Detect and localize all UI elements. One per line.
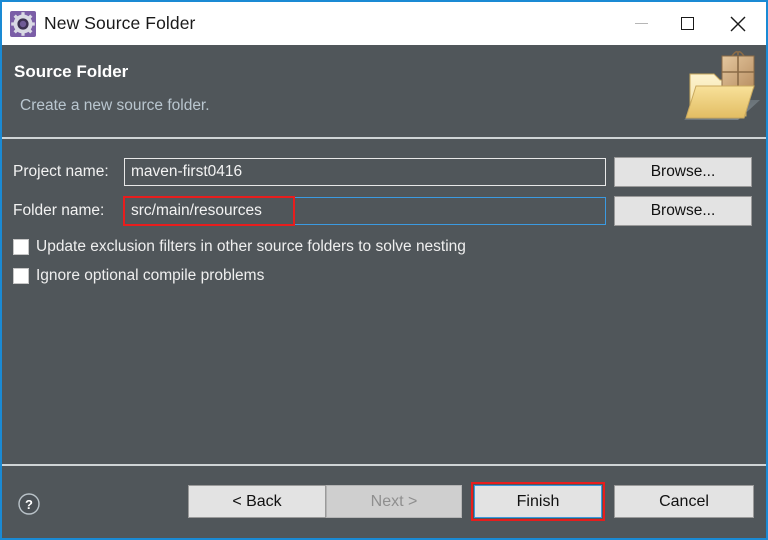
page-subtitle: Create a new source folder.: [20, 97, 210, 114]
ignore-optional-compile-problems-label: Ignore optional compile problems: [36, 267, 265, 284]
folder-name-value: src/main/resources: [131, 202, 262, 219]
title-bar: New Source Folder: [2, 2, 766, 45]
project-name-input[interactable]: maven-first0416: [124, 158, 606, 186]
dialog-footer: ? < Back Next > Finish Cancel http://blo…: [2, 466, 766, 538]
project-browse-button[interactable]: Browse...: [614, 157, 752, 187]
maximize-icon: [680, 17, 694, 30]
window-controls: [618, 2, 766, 45]
project-name-value: maven-first0416: [131, 163, 243, 180]
wizard-header: Source Folder Create a new source folder…: [2, 45, 766, 133]
folder-name-input[interactable]: src/main/resources: [123, 196, 606, 226]
minimize-icon: [634, 23, 648, 24]
ignore-optional-compile-problems-checkbox[interactable]: [13, 268, 29, 284]
next-button: Next >: [326, 485, 462, 518]
source-folder-package-icon: [684, 50, 760, 120]
maximize-button[interactable]: [664, 2, 710, 45]
update-exclusion-filters-checkbox[interactable]: [13, 239, 29, 255]
folder-name-row: Folder name: src/main/resources Browse..…: [2, 196, 766, 226]
finish-button[interactable]: Finish: [474, 485, 602, 518]
cancel-button[interactable]: Cancel: [614, 485, 754, 518]
close-button[interactable]: [710, 2, 766, 45]
project-name-row: Project name: maven-first0416 Browse...: [2, 157, 766, 187]
dialog-body: Project name: maven-first0416 Browse... …: [2, 139, 766, 464]
project-name-label: Project name:: [13, 163, 109, 180]
update-exclusion-filters-label: Update exclusion filters in other source…: [36, 238, 466, 255]
folder-name-label: Folder name:: [13, 202, 105, 219]
eclipse-wizard-gear-icon: [10, 10, 36, 37]
update-exclusion-filters-checkbox-row[interactable]: Update exclusion filters in other source…: [13, 236, 466, 258]
page-title: Source Folder: [14, 62, 129, 81]
svg-text:?: ?: [25, 497, 33, 512]
close-icon: [730, 16, 746, 31]
folder-browse-button[interactable]: Browse...: [614, 196, 752, 226]
minimize-button[interactable]: [618, 2, 664, 45]
ignore-optional-compile-problems-checkbox-row[interactable]: Ignore optional compile problems: [13, 265, 264, 287]
new-source-folder-dialog: New Source Folder Source Folder Create a…: [0, 0, 768, 540]
window-title: New Source Folder: [44, 13, 196, 33]
back-button[interactable]: < Back: [188, 485, 326, 518]
help-icon[interactable]: ?: [18, 493, 40, 515]
